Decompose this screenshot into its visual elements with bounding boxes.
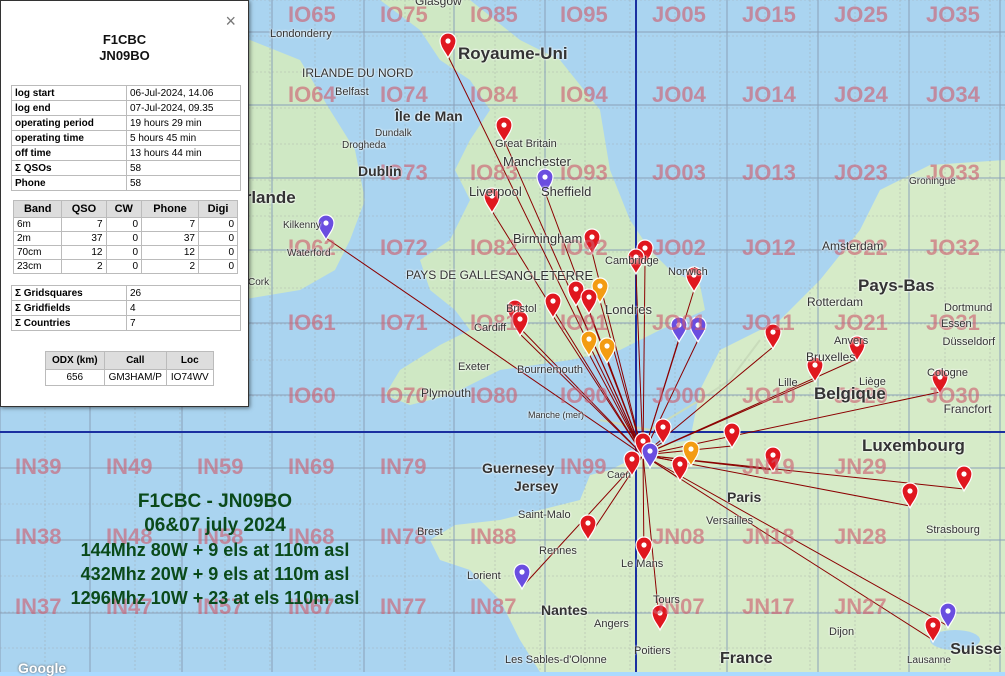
station-info-panel: × F1CBC JN09BO log start 06-Jul-2024, 14.…: [0, 0, 249, 407]
band-table-header: Band: [12, 200, 63, 218]
totals-value: 7: [126, 315, 241, 331]
totals-value: 26: [126, 285, 241, 301]
summary-value: 19 hours 29 min: [126, 115, 241, 131]
summary-label: operating period: [11, 115, 127, 131]
totals-row: Σ Gridfields 4: [11, 300, 241, 316]
summary-row: log start 06-Jul-2024, 14.06: [11, 85, 241, 101]
band-row: 6m 7 0 7 0: [12, 217, 238, 232]
station-call: F1CBC: [102, 32, 147, 47]
odx-value: 656: [45, 369, 105, 386]
overlay-line-432: 432Mhz 20W + 9 els at 110m asl: [80, 564, 350, 584]
totals-row: Σ Countries 7: [11, 315, 241, 331]
band-cell: 0: [198, 245, 238, 260]
overlay-dates: 06&07 july 2024: [144, 515, 286, 536]
band-cell: 0: [198, 217, 238, 232]
band-table-header: CW: [105, 200, 143, 218]
summary-value: 06-Jul-2024, 14.06: [126, 85, 241, 101]
station-locator: JN09BO: [99, 48, 150, 63]
band-cell: 7: [141, 217, 199, 232]
band-cell: 0: [105, 259, 143, 274]
band-cell: 23cm: [12, 259, 63, 274]
band-cell: 37: [61, 231, 107, 246]
overlay-title: F1CBC - JN09BO: [137, 491, 293, 512]
close-icon[interactable]: ×: [225, 12, 236, 30]
summary-row: operating period 19 hours 29 min: [11, 115, 241, 131]
band-cell: 70cm: [12, 245, 63, 260]
band-row: 2m 37 0 37 0: [12, 231, 238, 246]
totals-label: Σ Gridsquares: [11, 285, 127, 301]
summary-row: operating time 5 hours 45 min: [11, 130, 241, 146]
summary-row: Σ QSOs 58: [11, 160, 241, 176]
station-overlay: F1CBC - JN09BO 06&07 july 2024 144Mhz 80…: [30, 490, 400, 610]
band-cell: 0: [105, 217, 143, 232]
summary-value: 07-Jul-2024, 09.35: [126, 100, 241, 116]
totals-label: Σ Gridfields: [11, 300, 127, 316]
odx-value: IO74WV: [165, 369, 214, 386]
summary-label: Σ QSOs: [11, 160, 127, 176]
band-cell: 37: [141, 231, 199, 246]
summary-label: Phone: [11, 175, 127, 191]
band-cell: 6m: [12, 217, 63, 232]
odx-header: ODX (km): [45, 351, 105, 370]
totals-row: Σ Gridsquares 26: [11, 285, 241, 301]
band-table-header: QSO: [61, 200, 107, 218]
band-cell: 2: [61, 259, 107, 274]
summary-row: Phone 58: [11, 175, 241, 191]
summary-value: 5 hours 45 min: [126, 130, 241, 146]
summary-value: 58: [126, 175, 241, 191]
odx-value: GM3HAM/P: [103, 369, 167, 386]
odx-header: Loc: [165, 351, 214, 370]
band-cell: 0: [105, 231, 143, 246]
band-cell: 12: [61, 245, 107, 260]
summary-label: log end: [11, 100, 127, 116]
odx-header: Call: [103, 351, 167, 370]
summary-value: 58: [126, 160, 241, 176]
band-cell: 2: [141, 259, 199, 274]
summary-value: 13 hours 44 min: [126, 145, 241, 161]
summary-label: log start: [11, 85, 127, 101]
band-cell: 0: [105, 245, 143, 260]
band-cell: 0: [198, 259, 238, 274]
summary-row: off time 13 hours 44 min: [11, 145, 241, 161]
band-table-header: Digi: [198, 200, 238, 218]
band-row: 23cm 2 0 2 0: [12, 259, 238, 274]
overlay-line-144: 144Mhz 80W + 9 els at 110m asl: [80, 540, 350, 560]
panel-header: F1CBC JN09BO: [1, 32, 248, 64]
totals-value: 4: [126, 300, 241, 316]
map-attribution: Google: [18, 660, 67, 676]
overlay-line-1296: 1296Mhz 10W + 23 at els 110m asl: [70, 588, 360, 608]
totals-label: Σ Countries: [11, 315, 127, 331]
band-row: 70cm 12 0 12 0: [12, 245, 238, 260]
totals-table: Σ Gridsquares 26 Σ Gridfields 4 Σ Countries 7: [11, 285, 241, 331]
summary-label: off time: [11, 145, 127, 161]
band-cell: 7: [61, 217, 107, 232]
odx-table: ODX (km) Call Loc 656 GM3HAM/P IO74WV: [45, 351, 214, 386]
summary-label: operating time: [11, 130, 127, 146]
band-table-header: Phone: [141, 200, 199, 218]
band-table: Band QSO CW Phone Digi 6m 7 0 7 0 2m 37 0 37 0 70cm 12 0…: [12, 200, 238, 274]
summary-row: log end 07-Jul-2024, 09.35: [11, 100, 241, 116]
summary-table: log start 06-Jul-2024, 14.06 log end 07-Jul…: [11, 85, 241, 191]
band-cell: 2m: [12, 231, 63, 246]
band-cell: 0: [198, 231, 238, 246]
band-cell: 12: [141, 245, 199, 260]
